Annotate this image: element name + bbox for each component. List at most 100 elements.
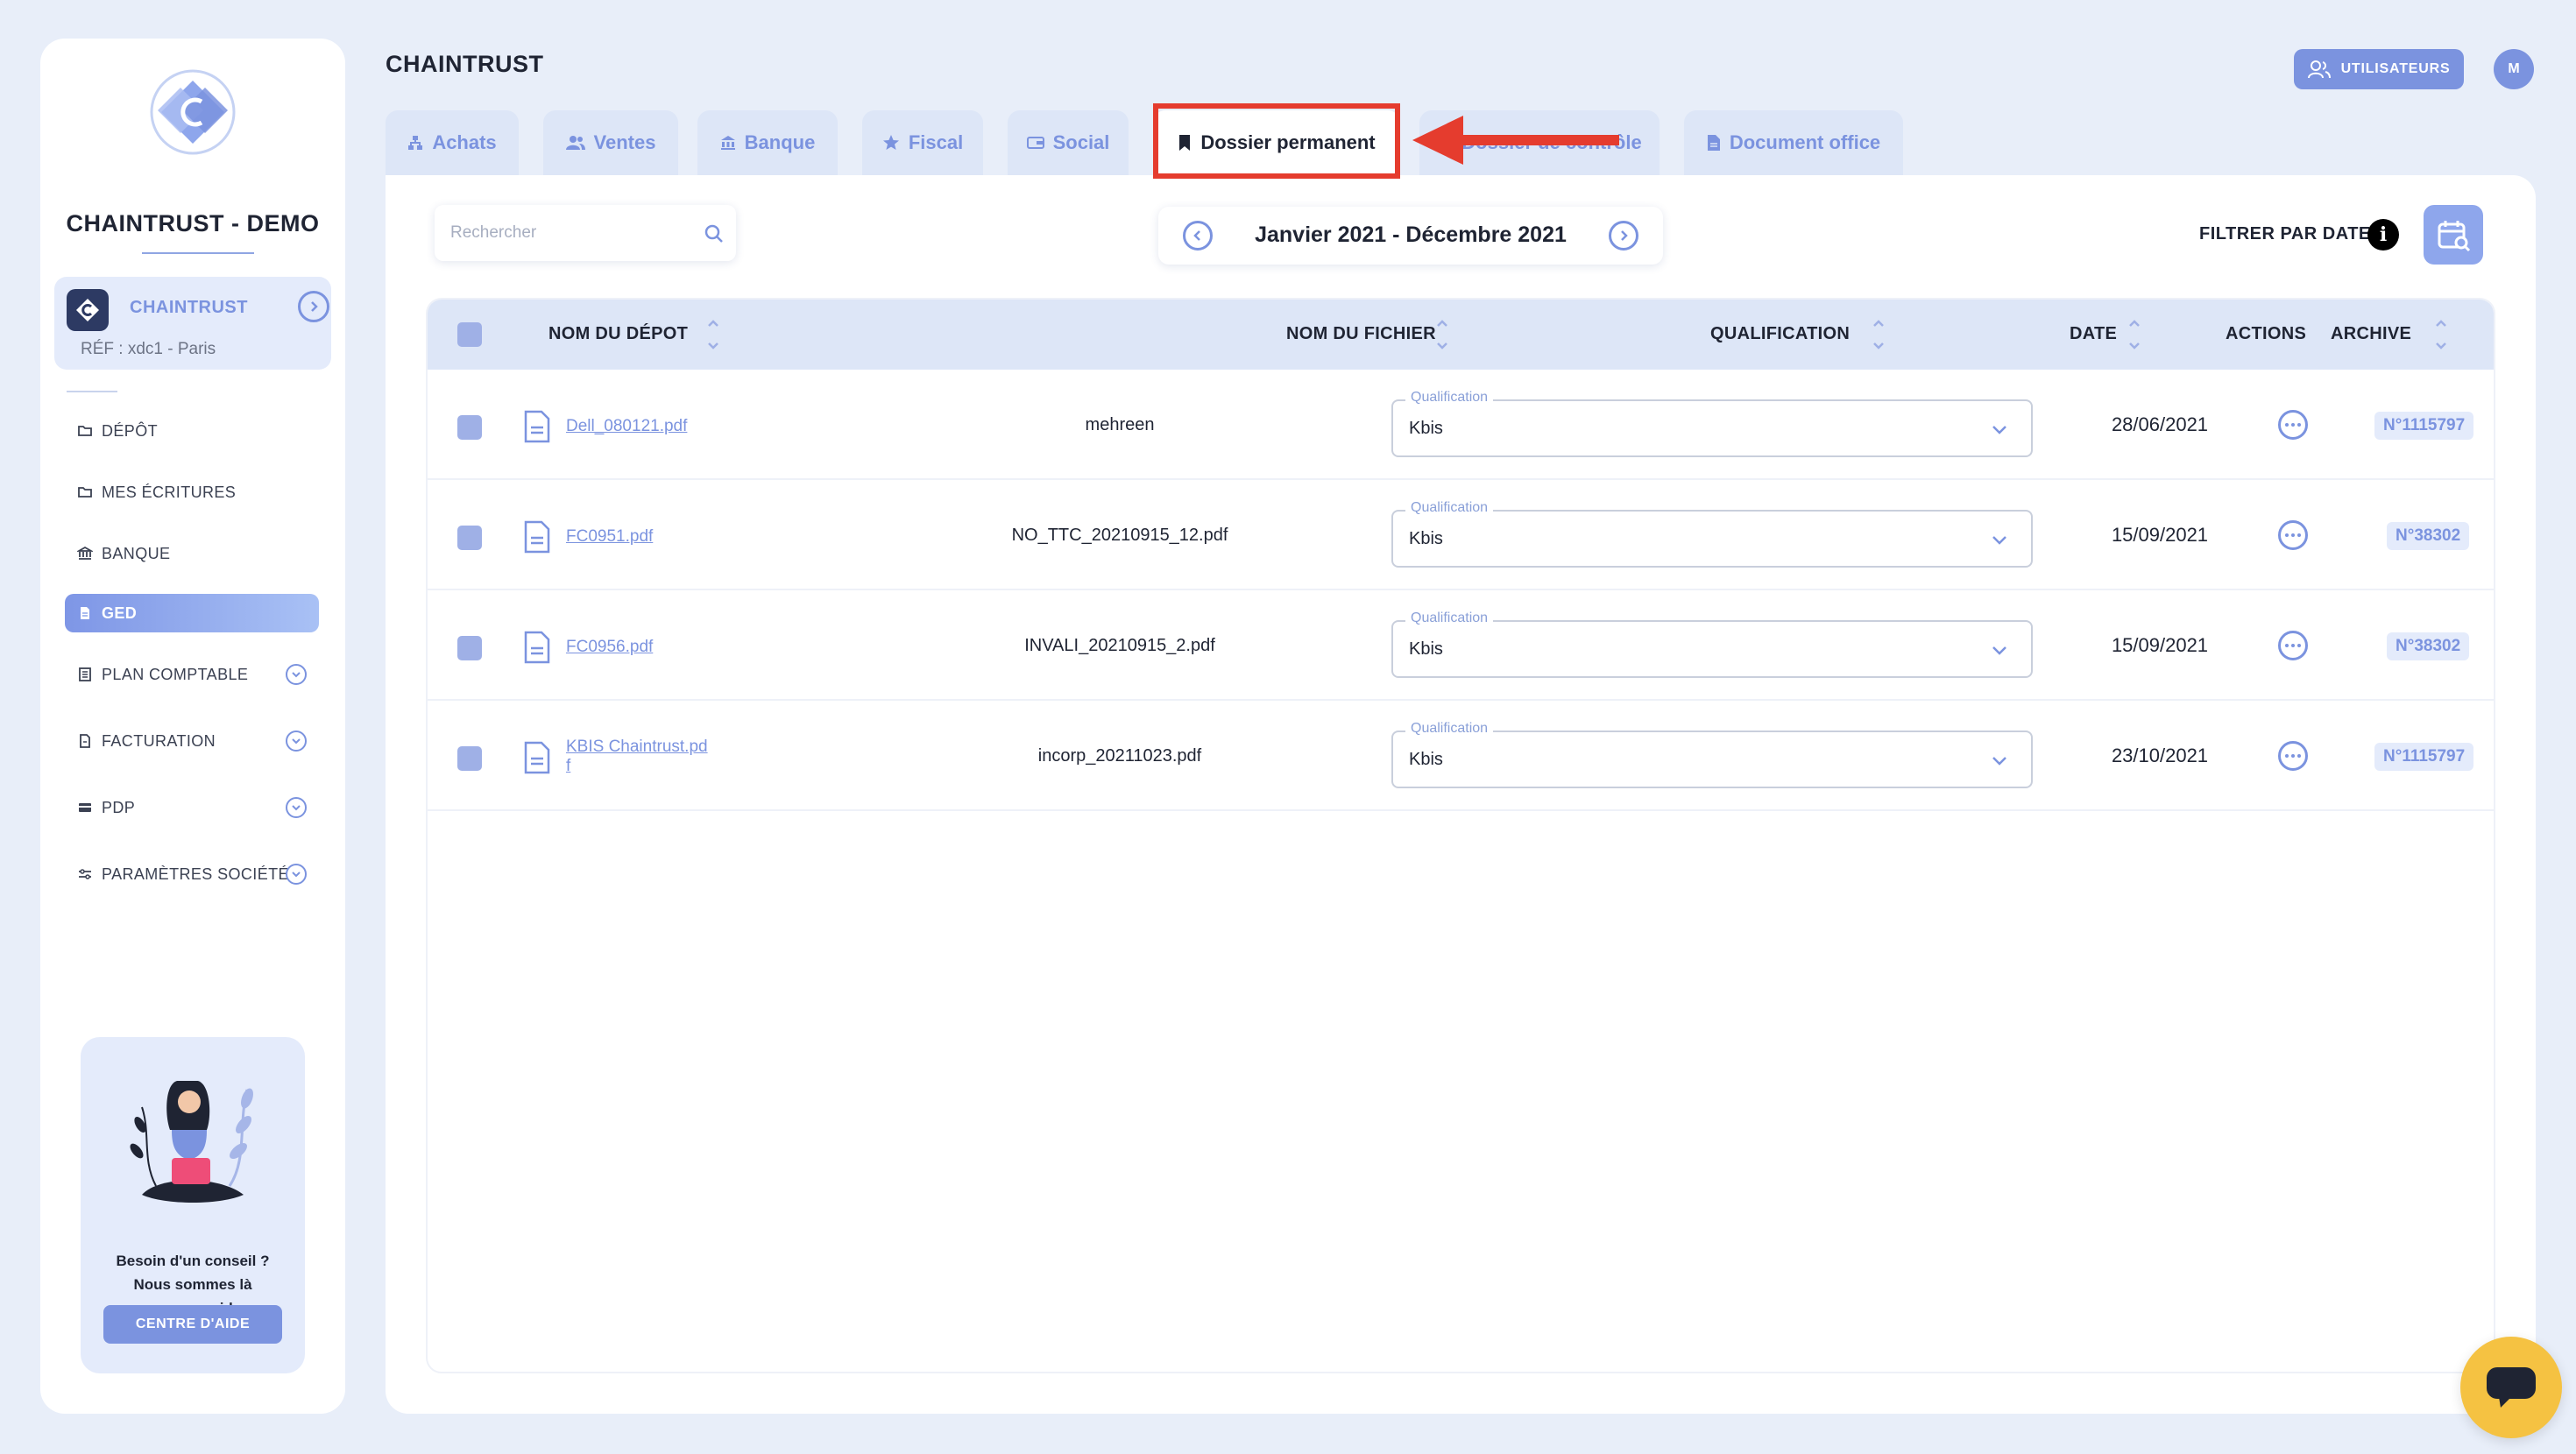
search-input[interactable] bbox=[450, 205, 687, 261]
chevron-down-icon bbox=[1992, 646, 2006, 655]
sidebar-item-banque[interactable]: BANQUE bbox=[65, 534, 319, 573]
arrow-left-icon bbox=[1412, 116, 1619, 165]
folder-sync-icon bbox=[77, 484, 93, 500]
qualification-select[interactable]: Qualification Kbis bbox=[1391, 721, 2033, 788]
deposit-link-line: FC0956.pdf bbox=[566, 638, 654, 656]
column-header-date[interactable]: DATE bbox=[2070, 324, 2117, 344]
column-header-file[interactable]: NOM DU FICHIER bbox=[1286, 324, 1436, 344]
tab-label: Banque bbox=[744, 131, 816, 153]
search-icon[interactable] bbox=[703, 222, 725, 245]
card-icon bbox=[77, 800, 93, 815]
qualification-select[interactable]: Qualification Kbis bbox=[1391, 390, 2033, 457]
sidebar-item-facturation[interactable]: FACTURATION bbox=[65, 722, 319, 760]
organization-reference: RÉF : xdc1 - Paris bbox=[81, 340, 216, 358]
more-actions-icon[interactable] bbox=[2278, 741, 2308, 771]
tab-label: Ventes bbox=[593, 131, 656, 153]
column-header-actions: ACTIONS bbox=[2226, 324, 2307, 343]
qualification-select[interactable]: Qualification Kbis bbox=[1391, 611, 2033, 678]
tab-document-office[interactable]: Document office bbox=[1684, 110, 1903, 175]
chevron-right-icon bbox=[1621, 230, 1628, 241]
sidebar-item-mes-ecritures[interactable]: MES ÉCRITURES bbox=[65, 473, 319, 512]
tab-label: Document office bbox=[1729, 131, 1881, 153]
sidebar-item-parametres-societe[interactable]: PARAMÈTRES SOCIÉTÉ bbox=[65, 855, 319, 893]
help-center-button[interactable]: CENTRE D'AIDE bbox=[103, 1305, 282, 1344]
sort-icon[interactable] bbox=[2127, 312, 2141, 357]
deposit-link[interactable]: FC0951.pdf bbox=[566, 527, 653, 547]
tab-ventes[interactable]: Ventes bbox=[543, 110, 678, 175]
row-date: 28/06/2021 bbox=[2111, 413, 2209, 435]
select-all-checkbox[interactable] bbox=[457, 322, 482, 347]
sidebar-item-pdp[interactable]: PDP bbox=[65, 788, 319, 827]
tab-achats[interactable]: Achats bbox=[386, 110, 519, 175]
sort-icon[interactable] bbox=[2434, 312, 2448, 357]
sidebar-item-depot[interactable]: DÉPÔT bbox=[65, 412, 319, 450]
deposit-link[interactable]: KBIS Chaintrust.pd f bbox=[566, 738, 708, 776]
help-illustration-icon bbox=[116, 1072, 270, 1212]
chevron-down-icon[interactable] bbox=[286, 864, 307, 885]
column-header-archive[interactable]: ARCHIVE bbox=[2331, 324, 2411, 344]
sidebar-item-ged[interactable]: GED bbox=[65, 594, 319, 632]
users-button-label: UTILISATEURS bbox=[2340, 61, 2451, 76]
help-text-line: Besoin d'un conseil ? bbox=[116, 1253, 270, 1269]
more-actions-icon[interactable] bbox=[2278, 410, 2308, 440]
row-checkbox[interactable] bbox=[457, 746, 482, 771]
chevron-down-icon[interactable] bbox=[286, 797, 307, 818]
search-box[interactable] bbox=[435, 205, 736, 261]
calendar-filter-button[interactable] bbox=[2424, 205, 2483, 265]
sidebar-item-label: GED bbox=[102, 603, 138, 622]
organization-open-button[interactable] bbox=[298, 291, 329, 322]
archive-badge: N°38302 bbox=[2387, 522, 2470, 550]
chat-support-button[interactable] bbox=[2460, 1337, 2562, 1438]
row-checkbox[interactable] bbox=[457, 415, 482, 440]
tab-fiscal[interactable]: Fiscal bbox=[862, 110, 983, 175]
sort-icon[interactable] bbox=[1435, 312, 1449, 357]
qualification-legend: Qualification bbox=[1405, 390, 1494, 406]
table-row: FC0956.pdf INVALI_20210915_2.pdf Qualifi… bbox=[428, 590, 2494, 701]
sidebar: CHAINTRUST - DEMO CHAINTRUST RÉF : xdc1 … bbox=[40, 39, 345, 1414]
column-header-qualification[interactable]: QUALIFICATION bbox=[1710, 324, 1850, 344]
organization-logo-icon bbox=[67, 289, 109, 331]
ledger-icon bbox=[77, 667, 93, 682]
deposit-link[interactable]: FC0956.pdf bbox=[566, 638, 653, 657]
user-avatar[interactable]: M bbox=[2494, 49, 2534, 89]
tab-label: Dossier permanent bbox=[1200, 131, 1376, 153]
sidebar-item-label: PLAN COMPTABLE bbox=[102, 665, 249, 683]
page-title: CHAINTRUST bbox=[386, 51, 544, 77]
deposit-link[interactable]: Dell_080121.pdf bbox=[566, 417, 687, 436]
chevron-down-icon bbox=[1992, 536, 2006, 545]
sort-icon[interactable] bbox=[1872, 312, 1886, 357]
row-checkbox[interactable] bbox=[457, 526, 482, 550]
tab-dossier-permanent[interactable]: Dossier permanent bbox=[1153, 110, 1400, 175]
sidebar-item-label: PDP bbox=[102, 798, 136, 816]
file-icon bbox=[524, 410, 550, 443]
more-actions-icon[interactable] bbox=[2278, 520, 2308, 550]
info-icon[interactable]: i bbox=[2367, 219, 2399, 251]
invoice-icon bbox=[77, 733, 93, 749]
organization-name: CHAINTRUST bbox=[130, 298, 248, 317]
document-icon bbox=[77, 605, 93, 621]
organization-card[interactable]: CHAINTRUST RÉF : xdc1 - Paris bbox=[54, 277, 331, 370]
column-header-deposit[interactable]: NOM DU DÉPOT bbox=[548, 324, 688, 344]
qualification-legend: Qualification bbox=[1405, 721, 1494, 737]
qualification-select[interactable]: Qualification Kbis bbox=[1391, 500, 2033, 568]
next-period-button[interactable] bbox=[1609, 221, 1638, 251]
table-row: Dell_080121.pdf mehreen Qualification Kb… bbox=[428, 370, 2494, 480]
tab-social[interactable]: Social bbox=[1008, 110, 1129, 175]
file-icon bbox=[524, 741, 550, 774]
more-actions-icon[interactable] bbox=[2278, 631, 2308, 660]
filter-by-date-label: FILTRER PAR DATE bbox=[2199, 224, 2371, 244]
sidebar-item-label: FACTURATION bbox=[102, 731, 216, 750]
row-checkbox[interactable] bbox=[457, 636, 482, 660]
tab-banque[interactable]: Banque bbox=[697, 110, 838, 175]
sidebar-item-plan-comptable[interactable]: PLAN COMPTABLE bbox=[65, 655, 319, 694]
tab-label: Fiscal bbox=[908, 131, 964, 153]
file-name: incorp_20211023.pdf bbox=[1037, 746, 1202, 766]
chevron-down-icon[interactable] bbox=[286, 731, 307, 752]
sort-icon[interactable] bbox=[706, 312, 720, 357]
date-range-label: Janvier 2021 - Décembre 2021 bbox=[1255, 222, 1567, 247]
sidebar-item-label: DÉPÔT bbox=[102, 421, 159, 440]
company-name: CHAINTRUST - DEMO bbox=[66, 210, 320, 236]
users-button[interactable]: UTILISATEURS bbox=[2294, 49, 2464, 89]
chevron-down-icon[interactable] bbox=[286, 664, 307, 685]
main-content-card: Janvier 2021 - Décembre 2021 FILTRER PAR… bbox=[386, 175, 2536, 1414]
